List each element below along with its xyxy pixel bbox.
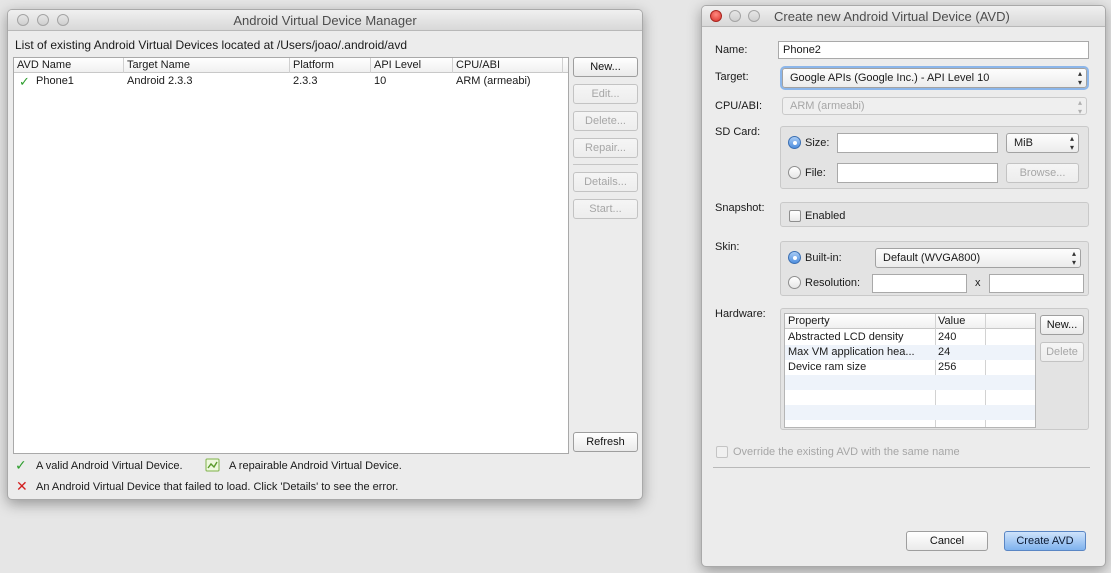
valid-check-icon: ✓: [15, 457, 27, 473]
minimize-window-button[interactable]: [37, 14, 49, 26]
resolution-x-label: x: [975, 277, 981, 289]
col-cpu-abi[interactable]: CPU/ABI: [456, 59, 500, 71]
updown-arrows-icon: ▴ ▾: [1071, 249, 1076, 267]
table-row[interactable]: ✓ Phone1 Android 2.3.3 2.3.3 10 ARM (arm…: [14, 74, 568, 90]
sdcard-size-input[interactable]: [837, 133, 998, 153]
resolution-radio[interactable]: [788, 276, 801, 289]
close-window-button[interactable]: [17, 14, 29, 26]
builtin-skin-select[interactable]: Default (WVGA800) ▴ ▾: [875, 248, 1081, 268]
legend-repairable: A repairable Android Virtual Device.: [229, 460, 402, 472]
hw-cell-value: 240: [938, 331, 957, 343]
cell-platform: 2.3.3: [293, 75, 318, 87]
file-radio[interactable]: [788, 166, 801, 179]
zoom-window-button[interactable]: [57, 14, 69, 26]
error-x-icon: ✕: [16, 478, 28, 494]
resolution-width-input[interactable]: [872, 274, 967, 293]
cpu-abi-select-value: ARM (armeabi): [790, 100, 865, 112]
updown-arrows-icon: ▴ ▾: [1077, 98, 1082, 116]
sdcard-file-input[interactable]: [837, 163, 998, 183]
size-unit-value: MiB: [1014, 137, 1033, 149]
skin-label: Skin:: [715, 241, 740, 253]
create-avd-button[interactable]: Create AVD: [1004, 531, 1086, 551]
cell-avd-name: Phone1: [36, 75, 74, 87]
valid-check-icon: ✓: [19, 74, 30, 89]
details-avd-button[interactable]: Details...: [573, 172, 638, 192]
hw-cell-property: Max VM application hea...: [788, 346, 915, 358]
refresh-button[interactable]: Refresh: [573, 432, 638, 452]
col-target-name[interactable]: Target Name: [127, 59, 190, 71]
target-label: Target:: [715, 71, 749, 83]
hw-col-value[interactable]: Value: [938, 315, 965, 327]
start-avd-button[interactable]: Start...: [573, 199, 638, 219]
snapshot-enabled-label: Enabled: [805, 210, 846, 222]
edit-avd-button[interactable]: Edit...: [573, 84, 638, 104]
hw-cell-property: Device ram size: [788, 361, 867, 373]
cpu-abi-label: CPU/ABI:: [715, 100, 763, 112]
hw-cell-value: 24: [938, 346, 951, 358]
col-api-level[interactable]: API Level: [374, 59, 421, 71]
name-label: Name:: [715, 44, 748, 56]
builtin-skin-value: Default (WVGA800): [883, 252, 981, 264]
updown-arrows-icon: ▴ ▾: [1077, 69, 1082, 87]
target-select-value: Google APIs (Google Inc.) - API Level 10: [790, 72, 990, 84]
hw-new-button[interactable]: New...: [1040, 315, 1084, 335]
manager-title: Android Virtual Device Manager: [233, 13, 417, 28]
sdcard-label: SD Card:: [715, 126, 761, 138]
cell-cpu-abi: ARM (armeabi): [456, 75, 531, 87]
close-dialog-button[interactable]: [710, 10, 722, 22]
new-avd-button[interactable]: New...: [573, 57, 638, 77]
dialog-separator: [713, 467, 1090, 468]
hardware-table: Property Value Abstracted LCD density 24…: [784, 313, 1036, 428]
snapshot-label: Snapshot:: [715, 202, 765, 214]
target-select[interactable]: Google APIs (Google Inc.) - API Level 10…: [782, 68, 1087, 88]
button-divider: [573, 164, 638, 165]
zoom-dialog-button[interactable]: [748, 10, 760, 22]
dialog-title: Create new Android Virtual Device (AVD): [774, 9, 1010, 24]
size-label: Size:: [805, 137, 830, 149]
resolution-height-input[interactable]: [989, 274, 1084, 293]
size-unit-select[interactable]: MiB ▴ ▾: [1006, 133, 1079, 153]
builtin-radio[interactable]: [788, 251, 801, 264]
hw-cell-property: Abstracted LCD density: [788, 331, 904, 343]
table-row[interactable]: Device ram size 256: [785, 360, 1035, 375]
create-avd-dialog: Create new Android Virtual Device (AVD) …: [701, 5, 1106, 567]
avd-name-input[interactable]: Phone2: [778, 41, 1089, 59]
hw-delete-button[interactable]: Delete: [1040, 342, 1084, 362]
manager-titlebar: Android Virtual Device Manager: [8, 10, 642, 31]
snapshot-enabled-checkbox[interactable]: [789, 210, 801, 222]
hw-cell-value: 256: [938, 361, 957, 373]
delete-avd-button[interactable]: Delete...: [573, 111, 638, 131]
repairable-icon: [205, 458, 221, 473]
resolution-label: Resolution:: [805, 277, 861, 289]
hardware-label: Hardware:: [715, 308, 766, 320]
browse-button[interactable]: Browse...: [1006, 163, 1079, 183]
cpu-abi-select[interactable]: ARM (armeabi) ▴ ▾: [782, 97, 1087, 116]
override-label: Override the existing AVD with the same …: [733, 446, 960, 458]
updown-arrows-icon: ▴ ▾: [1069, 134, 1074, 152]
size-radio[interactable]: [788, 136, 801, 149]
builtin-label: Built-in:: [805, 252, 842, 264]
table-row[interactable]: Max VM application hea... 24: [785, 345, 1035, 360]
override-checkbox[interactable]: [716, 446, 728, 458]
dialog-titlebar: Create new Android Virtual Device (AVD): [702, 6, 1105, 27]
avd-table-header: AVD Name Target Name Platform API Level …: [14, 58, 568, 73]
minimize-dialog-button[interactable]: [729, 10, 741, 22]
col-avd-name[interactable]: AVD Name: [17, 59, 71, 71]
avd-table: AVD Name Target Name Platform API Level …: [13, 57, 569, 454]
file-label: File:: [805, 167, 826, 179]
avd-location-text: List of existing Android Virtual Devices…: [15, 38, 407, 52]
cell-target-name: Android 2.3.3: [127, 75, 193, 87]
repair-avd-button[interactable]: Repair...: [573, 138, 638, 158]
legend-failed: An Android Virtual Device that failed to…: [36, 481, 399, 493]
cancel-button[interactable]: Cancel: [906, 531, 988, 551]
avd-manager-window: Android Virtual Device Manager List of e…: [7, 9, 643, 500]
hw-col-property[interactable]: Property: [788, 315, 830, 327]
table-row[interactable]: Abstracted LCD density 240: [785, 330, 1035, 345]
legend-valid: A valid Android Virtual Device.: [36, 460, 183, 472]
cell-api-level: 10: [374, 75, 387, 87]
col-platform[interactable]: Platform: [293, 59, 334, 71]
